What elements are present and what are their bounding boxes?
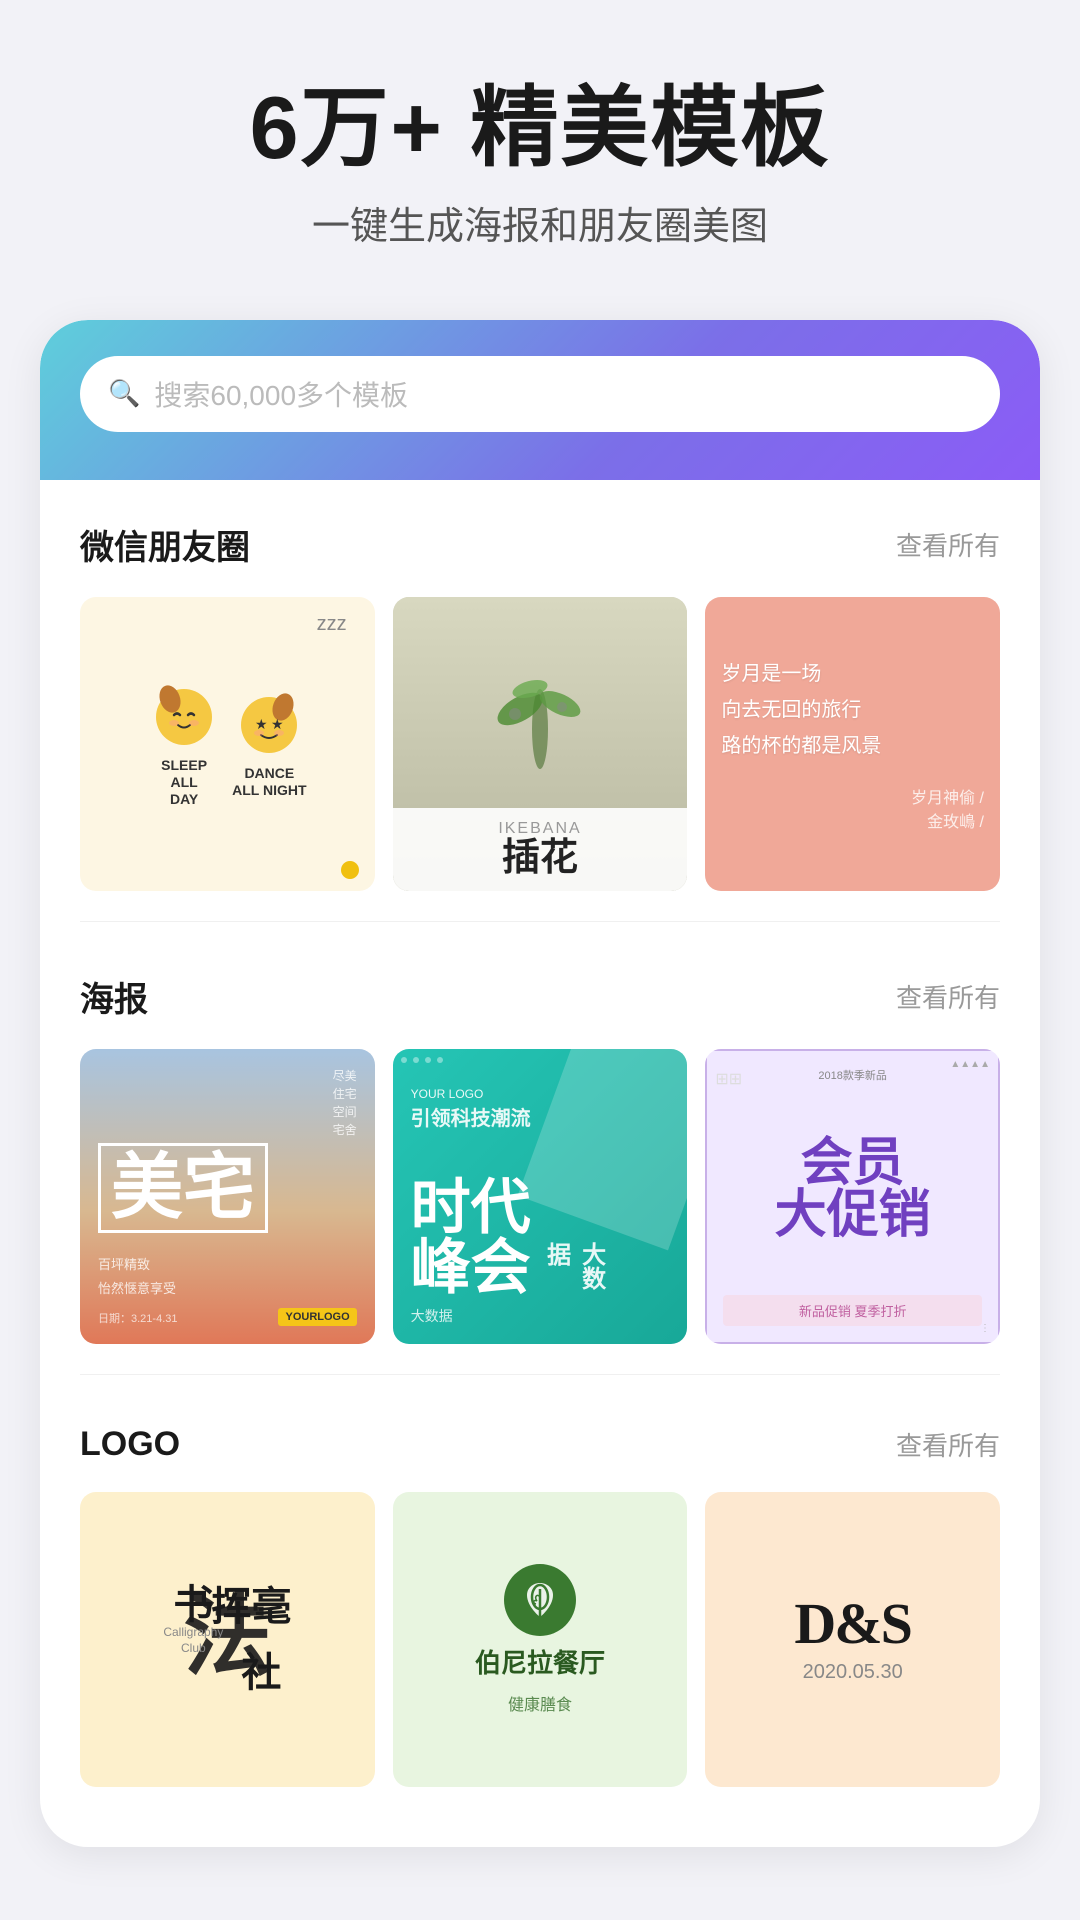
wechat-section: 微信朋友圈 查看所有 zzz [40, 480, 1040, 912]
logo-template-3[interactable]: D&S 2020.05.30 [705, 1492, 1000, 1787]
wechat-templates-grid: zzz [80, 597, 1000, 892]
poster-section: 海报 查看所有 尽美住宅空间宅舍 美宅 百坪精致怡然惬意享受 日期：3.21-4… [40, 932, 1040, 1364]
svg-text:★: ★ [271, 716, 284, 732]
logo-template-1[interactable]: 法 书 CalligraphyClub 挥毫 社 [80, 1492, 375, 1787]
logo-section-more[interactable]: 查看所有 [896, 1426, 1000, 1463]
hero-section: 6万+ 精美模板 一键生成海报和朋友圈美图 [0, 0, 1080, 290]
divider-1 [80, 921, 1000, 922]
poster-section-header: 海报 查看所有 [80, 972, 1000, 1021]
logo-template-2[interactable]: 伯尼拉餐厅 健康膳食 [393, 1492, 688, 1787]
poster-templates-grid: 尽美住宅空间宅舍 美宅 百坪精致怡然惬意享受 日期：3.21-4.31 YOUR… [80, 1049, 1000, 1344]
search-header: 🔍 搜索60,000多个模板 [40, 320, 1040, 480]
poster-template-3[interactable]: ▲▲▲▲ ⊞⊞ 2018款季新品 会员大促销 新品促销 夏季打折 ⋮ [705, 1049, 1000, 1344]
poster-template-2[interactable]: YOUR LOGO 引领科技潮流 时代峰会 大数据 大数据 [393, 1049, 688, 1344]
wechat-section-more[interactable]: 查看所有 [896, 526, 1000, 563]
wechat-template-1[interactable]: zzz [80, 597, 375, 892]
search-placeholder: 搜索60,000多个模板 [154, 374, 408, 414]
wechat-template-3[interactable]: 岁月是一场向去无回的旅行路的杯的都是风景 岁月神偷 /金玫嶋 / [705, 597, 1000, 892]
wechat-template-2[interactable]: IKEBANA 插花 [393, 597, 688, 892]
logo-section: LOGO 查看所有 法 书 CalligraphyClub 挥 [40, 1385, 1040, 1807]
wechat-section-title: 微信朋友圈 [80, 520, 250, 569]
poster-section-more[interactable]: 查看所有 [896, 978, 1000, 1015]
app-card: 🔍 搜索60,000多个模板 微信朋友圈 查看所有 zzz [40, 320, 1040, 1847]
logo-section-header: LOGO 查看所有 [80, 1425, 1000, 1464]
svg-text:★: ★ [255, 716, 268, 732]
divider-2 [80, 1374, 1000, 1375]
logo-templates-grid: 法 书 CalligraphyClub 挥毫 社 [80, 1492, 1000, 1787]
wechat-section-header: 微信朋友圈 查看所有 [80, 520, 1000, 569]
poster-section-title: 海报 [80, 972, 148, 1021]
search-bar[interactable]: 🔍 搜索60,000多个模板 [80, 356, 1000, 432]
poster-template-1[interactable]: 尽美住宅空间宅舍 美宅 百坪精致怡然惬意享受 日期：3.21-4.31 YOUR… [80, 1049, 375, 1344]
logo-section-title: LOGO [80, 1425, 180, 1464]
hero-subtitle: 一键生成海报和朋友圈美图 [60, 195, 1020, 250]
search-icon: 🔍 [108, 378, 140, 409]
hero-title: 6万+ 精美模板 [60, 80, 1020, 177]
